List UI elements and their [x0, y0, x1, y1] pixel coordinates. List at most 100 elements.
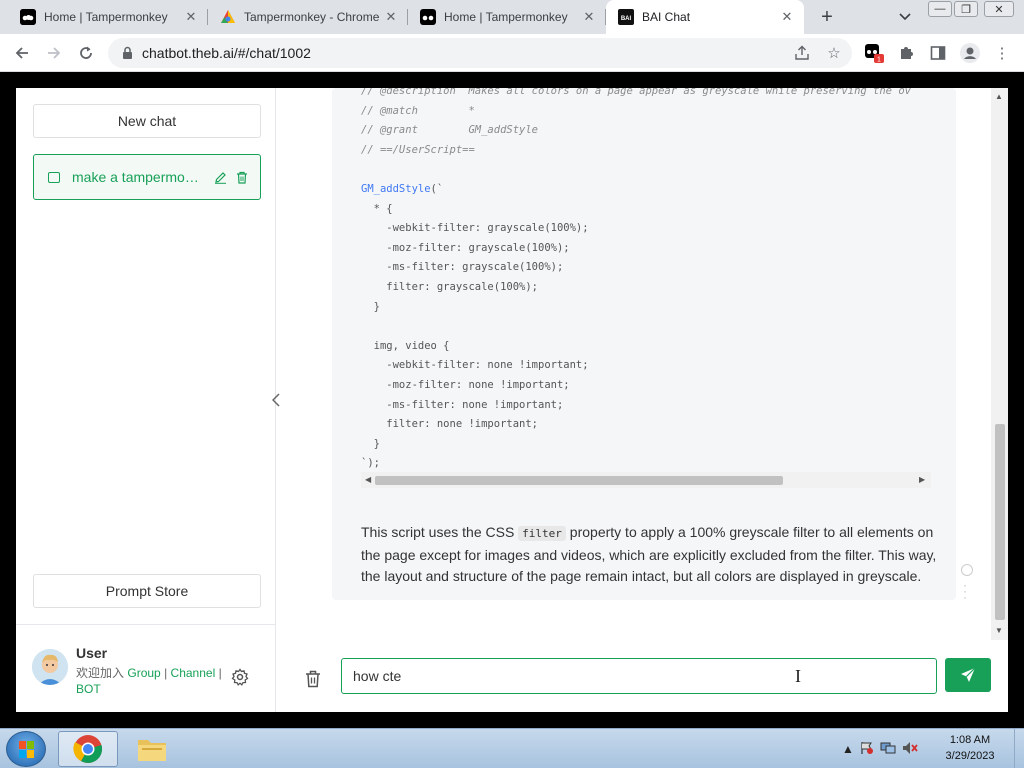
- avatar: [32, 649, 68, 685]
- code-line: -moz-filter: none !important;: [361, 378, 570, 391]
- input-bar: I: [277, 648, 1008, 712]
- bot-link[interactable]: BOT: [76, 682, 101, 696]
- code-line: filter: none !important;: [361, 418, 539, 431]
- bookmark-star-icon[interactable]: ☆: [824, 43, 844, 63]
- chat-item-title: make a tampermonkey script: [72, 169, 206, 185]
- edit-pencil-icon[interactable]: [212, 169, 228, 185]
- send-icon: [961, 667, 976, 682]
- bai-icon: BAI: [618, 9, 634, 25]
- address-bar[interactable]: chatbot.theb.ai/#/chat/1002: [108, 38, 852, 68]
- code-content: // @description Makes all colors on a pa…: [361, 88, 911, 474]
- tab-bai-chat[interactable]: BAI BAI Chat ✕: [606, 0, 804, 34]
- group-link[interactable]: Group: [127, 666, 160, 680]
- text-cursor-icon: I: [795, 666, 801, 686]
- show-hidden-icons-icon[interactable]: ▲: [842, 742, 854, 756]
- send-button[interactable]: [945, 658, 991, 692]
- chat-vertical-scrollbar[interactable]: ▲ ▼: [991, 88, 1008, 640]
- share-icon[interactable]: [792, 43, 812, 63]
- delete-trash-icon[interactable]: [234, 169, 250, 185]
- more-options-icon[interactable]: · · ·: [963, 579, 967, 603]
- browser-tab-strip: Home | Tampermonkey ✕ Tampermonkey - Chr…: [0, 0, 1024, 34]
- back-arrow-icon[interactable]: [10, 41, 34, 65]
- tab-tampermonkey-chrome[interactable]: Tampermonkey - Chrome ✕: [208, 0, 408, 34]
- clear-chat-trash-icon[interactable]: [303, 668, 323, 690]
- browser-menu-icon[interactable]: ⋮: [992, 43, 1012, 63]
- user-name: User: [76, 645, 108, 661]
- message-explanation: This script uses the CSS filter property…: [361, 522, 955, 588]
- clock-time: 1:08 AM: [949, 734, 991, 746]
- inline-code: filter: [518, 526, 566, 541]
- close-icon[interactable]: ✕: [382, 8, 400, 26]
- tampermonkey-icon: [20, 9, 36, 25]
- tab-search-chevron-icon[interactable]: [896, 8, 914, 26]
- chat-input[interactable]: [341, 658, 937, 694]
- code-line: * {: [361, 202, 393, 215]
- message-status-icon: [961, 564, 973, 576]
- system-tray: ▲: [842, 739, 918, 759]
- close-window-button[interactable]: ✕: [984, 1, 1014, 17]
- code-line: -moz-filter: grayscale(100%);: [361, 241, 570, 254]
- link-separator: |: [164, 666, 168, 680]
- code-horizontal-scrollbar[interactable]: ◀ ▶: [361, 472, 931, 488]
- tampermonkey-extension-icon[interactable]: 1: [864, 43, 884, 63]
- scroll-right-arrow-icon[interactable]: ▶: [919, 475, 925, 484]
- page-viewport: New chat make a tampermonkey script Prom…: [0, 72, 1024, 728]
- code-line: -ms-filter: grayscale(100%);: [361, 261, 564, 274]
- tab-home-tampermonkey-1[interactable]: Home | Tampermonkey ✕: [8, 0, 208, 34]
- new-tab-button[interactable]: +: [816, 6, 838, 28]
- reload-icon[interactable]: [74, 41, 98, 65]
- code-line: GM_addStyle(`: [361, 182, 444, 195]
- new-chat-button[interactable]: New chat: [33, 104, 261, 138]
- sidebar: New chat make a tampermonkey script Prom…: [16, 88, 280, 712]
- network-icon[interactable]: [880, 741, 896, 758]
- volume-muted-icon[interactable]: [902, 741, 918, 758]
- code-line: -ms-filter: none !important;: [361, 398, 564, 411]
- url-text: chatbot.theb.ai/#/chat/1002: [142, 45, 311, 61]
- file-explorer-taskbar-icon[interactable]: [122, 731, 182, 767]
- chat-main: // @description Makes all colors on a pa…: [277, 88, 1008, 712]
- tab-title: Tampermonkey - Chrome: [244, 10, 380, 24]
- code-line: img, video {: [361, 339, 450, 352]
- tab-title: BAI Chat: [642, 10, 691, 24]
- close-icon[interactable]: ✕: [182, 8, 200, 26]
- chrome-taskbar-icon[interactable]: [58, 731, 118, 767]
- side-panel-icon[interactable]: [928, 43, 948, 63]
- show-desktop-button[interactable]: [1014, 729, 1024, 768]
- minimize-window-button[interactable]: —: [928, 1, 952, 17]
- channel-link[interactable]: Channel: [171, 666, 216, 680]
- scrollbar-thumb[interactable]: [375, 476, 783, 485]
- code-line: }: [361, 300, 380, 313]
- scroll-down-arrow-icon[interactable]: ▼: [995, 626, 1003, 635]
- restore-window-button[interactable]: ❐: [954, 1, 978, 17]
- tab-home-tampermonkey-2[interactable]: Home | Tampermonkey ✕: [408, 0, 606, 34]
- windows-taskbar: ▲ 1:08 AM 3/29/2023: [0, 728, 1024, 768]
- scrollbar-thumb[interactable]: [995, 424, 1005, 620]
- close-icon[interactable]: ✕: [778, 8, 796, 26]
- prompt-store-button[interactable]: Prompt Store: [33, 574, 261, 608]
- browser-toolbar: chatbot.theb.ai/#/chat/1002 ☆ 1 ⋮: [0, 34, 1024, 72]
- message-text-part: This script uses the CSS: [361, 524, 519, 540]
- extensions-puzzle-icon[interactable]: [896, 43, 916, 63]
- action-center-flag-icon[interactable]: [860, 741, 874, 758]
- link-separator: |: [218, 666, 222, 680]
- sidebar-chat-item[interactable]: make a tampermonkey script: [33, 154, 261, 200]
- extension-badge: 1: [877, 57, 881, 64]
- clock-date: 3/29/2023: [945, 750, 995, 762]
- code-block[interactable]: // @description Makes all colors on a pa…: [345, 88, 929, 492]
- code-line: // @description Makes all colors on a pa…: [361, 88, 911, 97]
- close-icon[interactable]: ✕: [580, 8, 598, 26]
- start-button[interactable]: [6, 731, 46, 767]
- tab-title: Home | Tampermonkey: [44, 10, 168, 24]
- forward-arrow-icon[interactable]: [42, 41, 66, 65]
- code-line: }: [361, 437, 380, 450]
- profile-avatar-icon[interactable]: [960, 43, 980, 63]
- code-line: // @grant GM_addStyle: [361, 124, 539, 137]
- chrome-webstore-icon: [220, 9, 236, 25]
- join-text: 欢迎加入: [76, 666, 125, 680]
- settings-gear-icon[interactable]: [230, 667, 250, 687]
- lock-icon[interactable]: [122, 46, 134, 60]
- scroll-left-arrow-icon[interactable]: ◀: [365, 475, 371, 484]
- scroll-up-arrow-icon[interactable]: ▲: [995, 92, 1003, 101]
- system-clock[interactable]: 1:08 AM 3/29/2023: [934, 732, 1006, 764]
